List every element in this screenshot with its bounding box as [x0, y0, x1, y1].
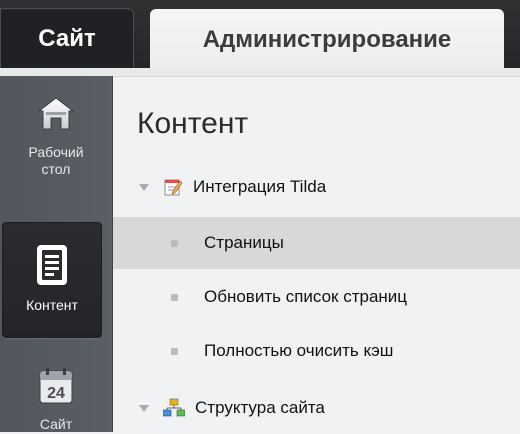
- edit-note-icon: [163, 177, 183, 197]
- tree-item-pages[interactable]: Страницы: [113, 217, 520, 269]
- bullet-icon: [171, 239, 178, 247]
- page-title: Контент: [137, 107, 249, 140]
- sidebar: Рабочий стол Контент 24 Сайт: [0, 76, 113, 432]
- tree-item-label: Страницы: [204, 233, 284, 252]
- tree-item-tilda-integration[interactable]: Интеграция Tilda: [113, 161, 520, 213]
- sitemap-icon: [163, 398, 185, 418]
- sidebar-item-desktop[interactable]: Рабочий стол: [0, 94, 112, 178]
- tree-item-site-structure[interactable]: Структура сайта: [113, 382, 520, 434]
- tab-site[interactable]: Сайт: [0, 8, 134, 68]
- bullet-icon: [171, 347, 178, 355]
- tree-item-label: Структура сайта: [195, 398, 325, 417]
- tab-administration[interactable]: Администрирование: [150, 9, 504, 71]
- tree-item-label: Полностью очисить кэш: [204, 341, 394, 360]
- top-bar: Сайт Администрирование: [0, 0, 520, 71]
- sidebar-item-label: Сайт: [39, 416, 73, 432]
- document-icon: [35, 243, 69, 291]
- svg-text:24: 24: [47, 385, 65, 402]
- sidebar-item-label: Рабочий стол: [28, 144, 84, 177]
- tree-item-label: Интеграция Tilda: [193, 177, 327, 196]
- expand-arrow-icon[interactable]: [139, 404, 149, 412]
- calendar-icon: 24: [36, 366, 76, 410]
- home-icon: [36, 94, 76, 138]
- tree-item-refresh-pages[interactable]: Обновить список страниц: [113, 271, 520, 323]
- sidebar-item-label: Контент: [26, 297, 78, 313]
- tree-item-clear-cache[interactable]: Полностью очисить кэш: [113, 325, 520, 377]
- bullet-icon: [171, 293, 178, 301]
- tree-item-label: Обновить список страниц: [204, 287, 408, 306]
- sidebar-item-site[interactable]: 24 Сайт: [0, 366, 112, 433]
- main-panel: Контент Интеграция Tilda Страницы Обнови…: [113, 77, 520, 432]
- expand-arrow-icon[interactable]: [139, 183, 149, 191]
- sidebar-item-content[interactable]: Контент: [2, 222, 102, 338]
